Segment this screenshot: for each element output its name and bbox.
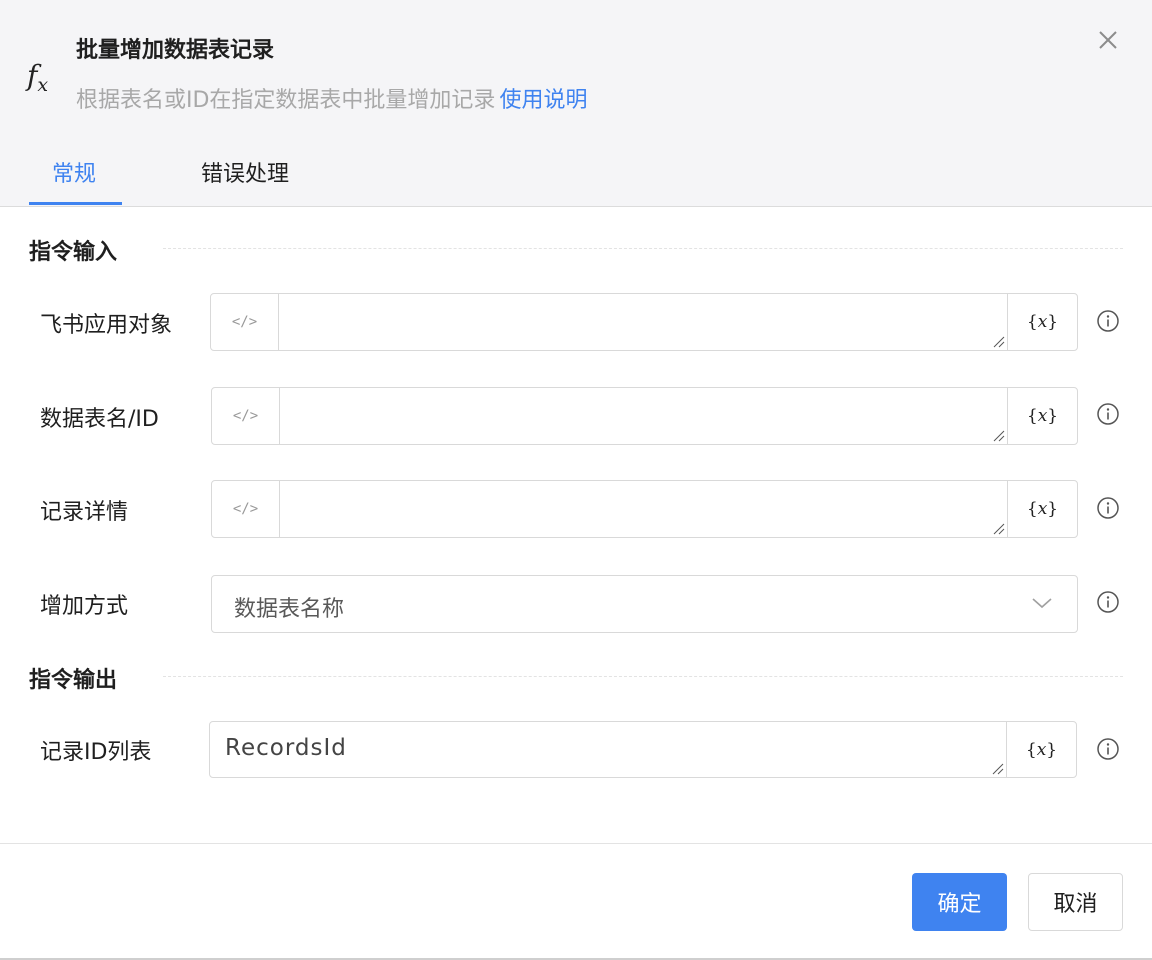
cancel-button[interactable]: 取消 — [1028, 873, 1123, 931]
variable-brace-right: } — [1047, 499, 1059, 519]
footer-divider — [0, 843, 1152, 844]
variable-button[interactable]: {x} — [1007, 388, 1077, 444]
variable-symbol: x — [1037, 312, 1048, 332]
record-ids-field: RecordsId {x} — [209, 721, 1077, 778]
add-mode-value: 数据表名称 — [234, 597, 345, 622]
section-title-output: 指令输出 — [29, 668, 118, 693]
dialog-subtitle-text: 根据表名或ID在指定数据表中批量增加记录 — [76, 88, 496, 113]
variable-symbol: x — [1036, 739, 1047, 760]
fx-function-icon: fx — [27, 59, 49, 96]
table-name-input[interactable] — [280, 388, 1007, 444]
variable-brace-right: } — [1047, 406, 1059, 426]
tab-error-handling[interactable]: 错误处理 — [201, 156, 289, 188]
active-tab-indicator — [29, 202, 122, 205]
info-icon[interactable] — [1096, 496, 1120, 520]
tab-general[interactable]: 常规 — [52, 156, 96, 188]
resize-grip-icon[interactable] — [993, 336, 1005, 348]
info-icon[interactable] — [1096, 590, 1120, 614]
info-icon[interactable] — [1096, 737, 1120, 761]
variable-button[interactable]: {x} — [1007, 294, 1077, 350]
section-title-input: 指令输入 — [29, 240, 118, 265]
section-divider-output — [163, 676, 1123, 677]
variable-brace-right: } — [1046, 739, 1058, 760]
info-icon[interactable] — [1096, 309, 1120, 333]
help-link[interactable]: 使用说明 — [499, 88, 587, 113]
record-ids-input[interactable]: RecordsId — [225, 735, 347, 761]
variable-brace-left: { — [1026, 499, 1038, 519]
variable-brace-left: { — [1026, 406, 1038, 426]
code-toggle-button[interactable]: </> — [212, 481, 280, 537]
code-toggle-button[interactable]: </> — [211, 294, 279, 350]
feishu-app-field: </> {x} — [210, 293, 1078, 351]
code-toggle-button[interactable]: </> — [212, 388, 280, 444]
add-mode-select[interactable]: 数据表名称 — [211, 575, 1078, 633]
variable-brace-left: { — [1025, 739, 1037, 760]
add-mode-label: 增加方式 — [40, 594, 129, 619]
variable-button[interactable]: {x} — [1006, 722, 1076, 777]
record-detail-input[interactable] — [280, 481, 1007, 537]
resize-grip-icon[interactable] — [992, 763, 1004, 775]
dialog-header: fx 批量增加数据表记录 根据表名或ID在指定数据表中批量增加记录 使用说明 常规… — [0, 0, 1152, 207]
record-detail-field: </> {x} — [211, 480, 1078, 538]
dialog-title: 批量增加数据表记录 — [76, 38, 275, 63]
feishu-app-input[interactable] — [279, 294, 1007, 350]
confirm-button[interactable]: 确定 — [912, 873, 1007, 931]
dialog-subtitle: 根据表名或ID在指定数据表中批量增加记录 使用说明 — [76, 82, 587, 114]
close-icon[interactable] — [1094, 26, 1122, 54]
record-detail-label: 记录详情 — [40, 500, 129, 525]
resize-grip-icon[interactable] — [993, 523, 1005, 535]
chevron-down-icon — [1032, 598, 1052, 609]
variable-button[interactable]: {x} — [1007, 481, 1077, 537]
feishu-app-label: 飞书应用对象 — [40, 313, 173, 338]
table-name-field: </> {x} — [211, 387, 1078, 445]
variable-brace-right: } — [1047, 312, 1059, 332]
variable-brace-left: { — [1026, 312, 1038, 332]
variable-symbol: x — [1037, 499, 1048, 519]
info-icon[interactable] — [1096, 402, 1120, 426]
variable-symbol: x — [1037, 406, 1048, 426]
record-ids-label: 记录ID列表 — [40, 740, 152, 765]
section-divider-input — [163, 248, 1123, 249]
table-name-label: 数据表名/ID — [40, 407, 159, 432]
resize-grip-icon[interactable] — [993, 430, 1005, 442]
